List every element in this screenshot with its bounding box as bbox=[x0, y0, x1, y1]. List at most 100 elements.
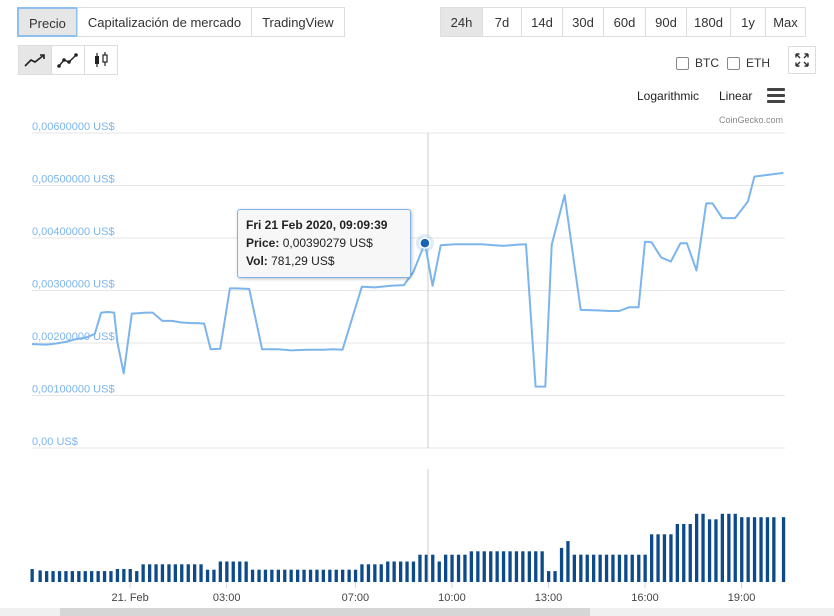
volume-bar bbox=[70, 571, 74, 582]
volume-bar bbox=[579, 554, 583, 582]
volume-bar bbox=[148, 564, 152, 582]
volume-bar bbox=[437, 561, 441, 582]
volume-bar bbox=[263, 569, 268, 582]
volume-bar bbox=[160, 564, 165, 582]
volume-bar bbox=[643, 554, 647, 582]
volume-bar bbox=[45, 571, 49, 582]
volume-bar bbox=[501, 551, 506, 582]
volume-bar bbox=[637, 554, 641, 582]
scrollbar-thumb[interactable] bbox=[60, 608, 590, 616]
volume-bar bbox=[759, 517, 763, 582]
volume-bar bbox=[772, 517, 776, 582]
volume-bar bbox=[334, 569, 338, 582]
volume-bar bbox=[30, 569, 34, 582]
volume-bar bbox=[630, 554, 634, 582]
volume-bar bbox=[534, 551, 538, 582]
volume-bar bbox=[308, 569, 313, 582]
volume-bar bbox=[205, 569, 210, 582]
volume-bar bbox=[90, 571, 94, 582]
volume-bar bbox=[701, 513, 705, 582]
volume-bar bbox=[231, 561, 235, 582]
x-tick-label: 13:00 bbox=[535, 592, 563, 604]
volume-bar bbox=[450, 554, 454, 582]
volume-bar bbox=[714, 519, 718, 582]
volume-bar bbox=[154, 564, 158, 582]
volume-bar bbox=[650, 534, 654, 582]
volume-bar bbox=[173, 564, 177, 582]
volume-bar bbox=[399, 561, 403, 582]
volume-bar bbox=[405, 561, 409, 582]
x-tick-label: 16:00 bbox=[631, 592, 659, 604]
volume-bar bbox=[250, 569, 255, 582]
volume-bar bbox=[527, 551, 531, 582]
volume-bar bbox=[727, 513, 731, 582]
volume-bar bbox=[463, 554, 467, 582]
volume-bar bbox=[102, 571, 107, 582]
volume-bar bbox=[688, 524, 692, 582]
volume-bar bbox=[656, 534, 660, 582]
volume-bar bbox=[740, 517, 744, 582]
price-tooltip: Fri 21 Feb 2020, 09:09:39 Price: 0,00390… bbox=[237, 209, 411, 278]
x-tick-label: 03:00 bbox=[213, 592, 241, 604]
price-chart: 0,00 US$ 0,00100000 US$ 0,00200000 US$ 0,00… bbox=[30, 121, 786, 604]
volume-bar bbox=[598, 554, 602, 582]
navigator-scrollbar[interactable] bbox=[0, 608, 834, 616]
volume-bar bbox=[392, 561, 396, 582]
volume-bar bbox=[373, 564, 377, 582]
x-tick-label: 10:00 bbox=[438, 592, 466, 604]
volume-bar bbox=[733, 513, 737, 582]
volume-bar bbox=[321, 569, 325, 582]
volume-bar bbox=[57, 571, 62, 582]
volume-bar bbox=[752, 517, 757, 582]
y-tick-label: 0,00400000 US$ bbox=[32, 226, 115, 238]
volume-bar bbox=[315, 569, 319, 582]
volume-bar bbox=[566, 541, 570, 582]
volume-bar bbox=[353, 569, 358, 582]
volume-bar bbox=[456, 554, 461, 582]
volume-bar bbox=[617, 554, 622, 582]
volume-bar bbox=[604, 554, 609, 582]
volume-bar bbox=[257, 569, 261, 582]
volume-bar bbox=[495, 551, 499, 582]
volume-bar bbox=[218, 561, 222, 582]
volume-bar bbox=[244, 561, 248, 582]
x-tick-label: 19:00 bbox=[728, 592, 756, 604]
volume-bar bbox=[38, 570, 42, 582]
volume-bar bbox=[302, 569, 306, 582]
volume-bar bbox=[781, 517, 786, 582]
volume-bar bbox=[765, 517, 770, 582]
highlighted-price-point bbox=[419, 237, 431, 249]
volume-bar bbox=[431, 554, 435, 582]
volume-bar bbox=[296, 569, 300, 582]
tooltip-vol-label: Vol: bbox=[246, 254, 268, 268]
volume-bar bbox=[193, 564, 197, 582]
volume-bar bbox=[328, 569, 332, 582]
volume-bar bbox=[585, 554, 589, 582]
volume-bar bbox=[289, 569, 293, 582]
tooltip-price-value: 0,00390279 US$ bbox=[282, 236, 373, 250]
volume-bar bbox=[624, 554, 628, 582]
x-tick-label: 21. Feb bbox=[111, 592, 148, 604]
volume-bar bbox=[559, 547, 564, 582]
y-tick-label: 0,00100000 US$ bbox=[32, 384, 115, 396]
y-tick-label: 0,00600000 US$ bbox=[32, 121, 115, 133]
volume-bar bbox=[186, 564, 190, 582]
volume-bar bbox=[592, 554, 596, 582]
volume-bar bbox=[411, 561, 416, 582]
volume-bar bbox=[611, 554, 615, 582]
y-tick-label: 0,00 US$ bbox=[32, 436, 78, 448]
volume-bar bbox=[122, 569, 126, 582]
volume-bar bbox=[482, 551, 486, 582]
volume-bar bbox=[225, 561, 229, 582]
volume-bar bbox=[141, 564, 145, 582]
volume-bar bbox=[720, 513, 724, 582]
volume-bar bbox=[283, 569, 287, 582]
volume-bar bbox=[360, 564, 364, 582]
tooltip-date: Fri 21 Feb 2020, 09:09:39 bbox=[246, 218, 388, 232]
volume-bar bbox=[553, 571, 557, 582]
volume-bar bbox=[238, 561, 242, 582]
volume-bar bbox=[64, 571, 68, 582]
volume-bar bbox=[341, 569, 345, 582]
x-tick-label: 07:00 bbox=[342, 592, 370, 604]
y-tick-label: 0,00200000 US$ bbox=[32, 331, 115, 343]
